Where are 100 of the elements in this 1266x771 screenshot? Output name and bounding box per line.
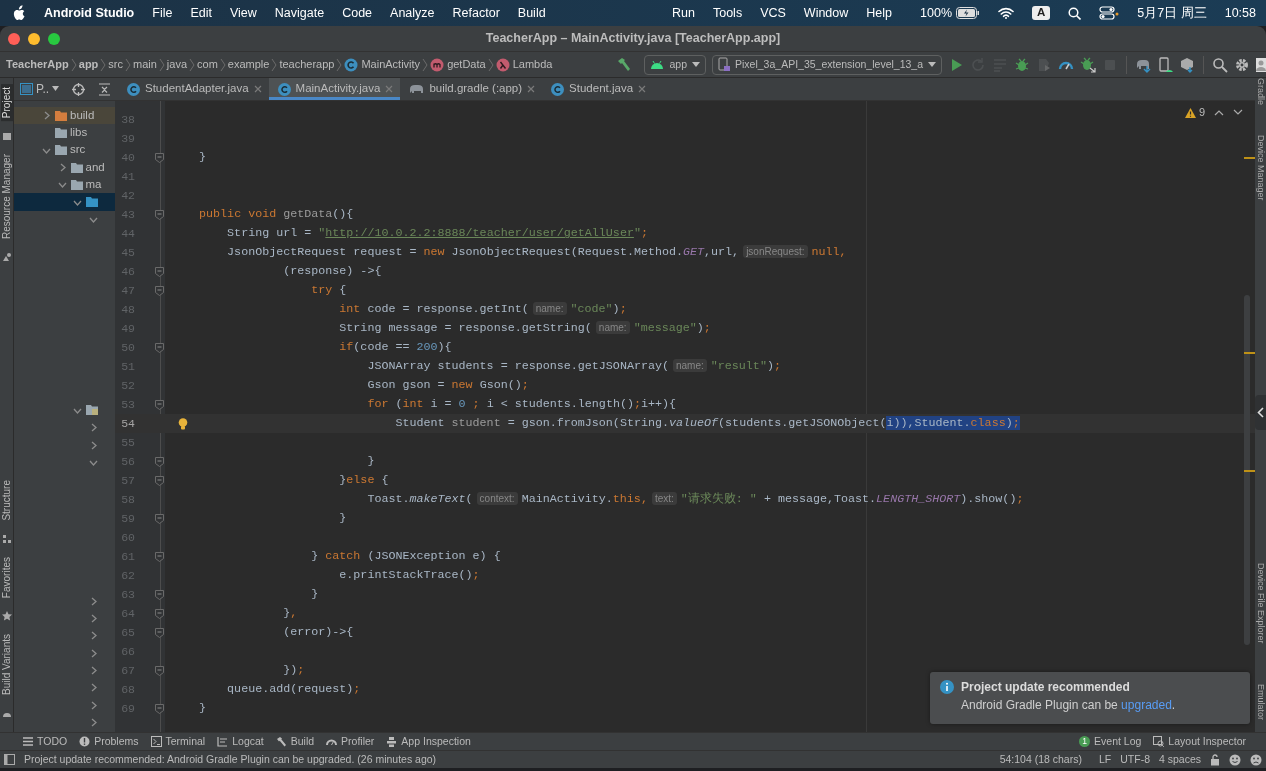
fold-icon[interactable] (155, 665, 164, 676)
menu-time[interactable]: 10:58 (1224, 5, 1256, 21)
search-icon[interactable] (1068, 6, 1082, 20)
problems-counter[interactable]: 9 (1184, 106, 1205, 120)
tool-window-button[interactable]: Logcat (217, 735, 264, 748)
phone-icon[interactable] (1157, 56, 1173, 73)
breadcrumb[interactable]: TeacherApp (6, 57, 69, 72)
wifi-icon[interactable] (998, 7, 1014, 19)
tool-window-icon[interactable] (1, 611, 12, 622)
bug-icon[interactable] (1014, 56, 1030, 73)
breadcrumb[interactable]: com (197, 57, 218, 72)
indent-setting[interactable]: 4 spaces (1158, 753, 1201, 766)
breadcrumb[interactable]: app (78, 57, 99, 72)
tool-window-label[interactable]: App Inspection (401, 735, 471, 748)
breadcrumb-label[interactable]: MainActivity (361, 57, 421, 72)
breadcrumb[interactable]: Lambda (495, 57, 553, 72)
close-icon[interactable] (385, 85, 394, 93)
tree-row[interactable]: libs (14, 124, 115, 142)
input-source[interactable]: A (1032, 6, 1051, 20)
tool-window-button[interactable]: 1 Event Log (1079, 735, 1142, 748)
menu-item[interactable]: Refactor (452, 5, 500, 21)
tool-window-tab[interactable]: Device Manager (1255, 135, 1266, 201)
fold-icon[interactable] (155, 285, 164, 296)
menu-item[interactable]: Tools (712, 5, 743, 21)
tree-row[interactable] (14, 193, 115, 211)
menu-item[interactable]: Analyze (390, 5, 435, 21)
editor-tab[interactable]: MainActivity.java (268, 78, 401, 100)
menu-item[interactable]: View (229, 5, 257, 21)
tool-window-button[interactable]: App Inspection (386, 735, 471, 748)
tool-window-icon[interactable] (1, 533, 12, 544)
close-icon[interactable] (253, 85, 262, 93)
hammer-icon[interactable] (616, 56, 633, 73)
file-encoding[interactable]: UTF-8 (1120, 753, 1150, 766)
tool-window-button[interactable]: Terminal (150, 735, 206, 748)
menu-item[interactable]: Edit (190, 5, 212, 21)
status-message[interactable]: Project update recommended: Android Gradle Plugin can be upgraded. (26 minutes ago) (24, 753, 437, 766)
search-icon[interactable] (1212, 56, 1228, 73)
warning-marker[interactable] (1244, 352, 1255, 354)
control-center-icon[interactable] (1099, 6, 1120, 20)
editor-tab[interactable]: Student.java (542, 78, 654, 100)
fold-icon[interactable] (155, 703, 164, 714)
apple-icon[interactable] (12, 5, 26, 21)
bug-arrow-icon[interactable] (1080, 56, 1096, 73)
upgrade-link[interactable]: upgraded (1121, 698, 1172, 713)
menu-item[interactable]: Navigate (274, 5, 325, 21)
avatar-icon[interactable] (1256, 56, 1266, 73)
editor-tab[interactable]: StudentAdapter.java (118, 78, 269, 100)
locate-icon[interactable] (72, 82, 86, 96)
minimize-button[interactable] (28, 32, 40, 45)
breadcrumb[interactable]: java (166, 57, 188, 72)
chevron-up-icon[interactable] (1214, 109, 1224, 117)
tool-window-button[interactable]: Build (275, 735, 315, 748)
tool-window-tab[interactable]: Device File Explorer (1255, 563, 1266, 644)
tool-window-label[interactable]: Logcat (232, 735, 264, 748)
lock-icon[interactable] (1210, 753, 1220, 766)
menu-item[interactable]: Window (803, 5, 849, 21)
battery-icon[interactable] (956, 7, 980, 19)
tool-window-tab[interactable]: Favorites (0, 553, 13, 602)
chevron-down-icon[interactable] (1233, 109, 1243, 117)
fold-icon[interactable] (155, 152, 164, 163)
breadcrumb[interactable]: main (133, 57, 157, 72)
tool-window-icon[interactable] (1, 131, 12, 142)
tool-window-tab[interactable]: Structure (0, 477, 13, 524)
tool-window-label[interactable]: Layout Inspector (1168, 735, 1246, 748)
frown-icon[interactable] (1250, 753, 1262, 766)
fold-icon[interactable] (155, 608, 164, 619)
tool-window-button[interactable]: Layout Inspector (1153, 735, 1246, 748)
menu-item[interactable]: Code (342, 5, 373, 21)
zoom-button[interactable] (48, 32, 60, 45)
panel-toggle-icon[interactable] (4, 754, 15, 765)
warning-marker[interactable] (1244, 157, 1255, 159)
tool-window-tab[interactable]: Emulator (1255, 684, 1266, 720)
scrollbar-thumb[interactable] (1244, 295, 1250, 645)
tool-window-icon[interactable] (1, 252, 12, 263)
tree-row[interactable]: ma (14, 176, 115, 194)
breadcrumb[interactable]: example (227, 57, 270, 72)
tool-window-tab[interactable]: Resource Manager (0, 151, 13, 243)
tool-window-tab[interactable]: Project (0, 84, 13, 122)
tool-window-button[interactable]: TODO (22, 735, 68, 748)
settings-icon[interactable] (1234, 56, 1250, 73)
breadcrumb[interactable]: teacherapp (279, 57, 335, 72)
view-selector-label[interactable]: P.. (36, 81, 50, 97)
collapse-tab[interactable] (1255, 395, 1266, 430)
fold-icon[interactable] (155, 551, 164, 562)
caret-position[interactable]: 54:104 (18 chars) (999, 753, 1082, 766)
editor-tab[interactable]: build.gradle (:app) (400, 78, 543, 100)
breadcrumb[interactable]: getData (430, 57, 486, 72)
view-selector[interactable]: P.. (20, 81, 60, 97)
fold-icon[interactable] (155, 589, 164, 600)
menu-item[interactable]: Help (866, 5, 893, 21)
breadcrumb-label[interactable]: Lambda (512, 57, 553, 72)
tree-row[interactable]: build (14, 107, 115, 125)
tool-window-label[interactable]: Build (290, 735, 315, 748)
line-separator[interactable]: LF (1098, 753, 1112, 766)
breadcrumb[interactable]: src (108, 57, 123, 72)
close-button[interactable] (8, 32, 20, 45)
fold-icon[interactable] (155, 399, 164, 410)
warning-marker[interactable] (1244, 470, 1255, 472)
tool-window-label[interactable]: Terminal (165, 735, 206, 748)
close-icon[interactable] (527, 85, 536, 93)
